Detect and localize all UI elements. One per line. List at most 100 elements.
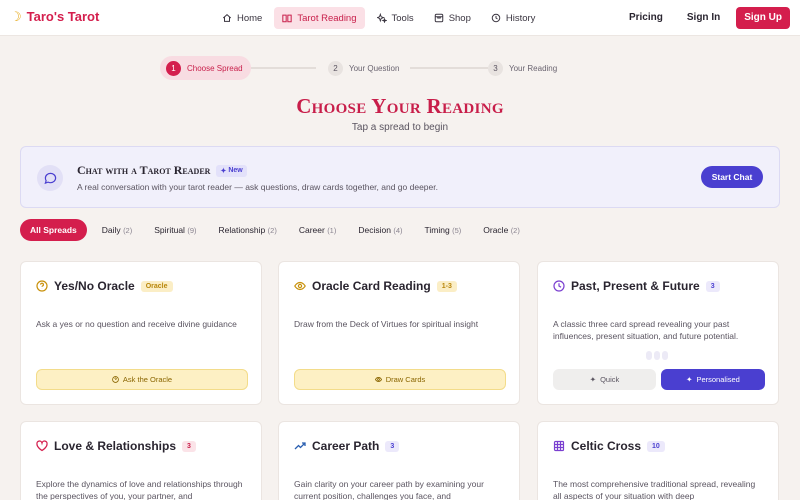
chat-banner-title: Chat with a Tarot Reader xyxy=(77,163,211,177)
pricing-link[interactable]: Pricing xyxy=(617,7,675,29)
spread-card-oracle-card-reading[interactable]: Oracle Card Reading 1-3 Draw from the De… xyxy=(278,261,520,405)
card-badge: 3 xyxy=(182,440,196,452)
nav-label-shop: Shop xyxy=(448,12,471,24)
filter-daily[interactable]: Daily (2) xyxy=(91,219,143,241)
home-icon xyxy=(222,13,232,22)
draw-cards-button[interactable]: Draw Cards xyxy=(294,369,506,390)
step-connector xyxy=(250,67,316,69)
chat-banner: Chat with a Tarot Reader ✦ New A real co… xyxy=(20,146,780,208)
card-stack-preview xyxy=(646,351,668,360)
main-nav: Home Tarot Reading Tools Shop History xyxy=(214,7,543,29)
clock-icon xyxy=(553,280,565,292)
clock-icon xyxy=(491,13,501,23)
filter-relationship[interactable]: Relationship (2) xyxy=(208,219,288,241)
step-label: Choose Spread xyxy=(187,63,243,73)
card-badge: Oracle xyxy=(140,280,173,292)
brand-logo[interactable]: ☽ Taro's Tarot xyxy=(10,9,99,24)
card-description: Draw from the Deck of Virtues for spirit… xyxy=(294,319,479,329)
card-header: Career Path 3 xyxy=(294,439,400,453)
nav-item-home[interactable]: Home xyxy=(214,7,270,29)
step-number: 3 xyxy=(488,60,503,76)
quick-reading-button[interactable]: ✦ Quick xyxy=(553,369,656,390)
card-badge: 3 xyxy=(385,440,400,452)
ask-the-oracle-button[interactable]: Ask the Oracle xyxy=(36,369,248,390)
step-your-question[interactable]: 2 Your Question xyxy=(328,56,399,80)
filter-label: Oracle xyxy=(483,225,509,235)
sparkles-icon: ✦ xyxy=(589,375,597,384)
sparkles-icon: ✦ xyxy=(686,375,693,384)
page-subtitle: Tap a spread to begin xyxy=(351,122,449,133)
book-icon xyxy=(282,14,293,23)
step-your-reading[interactable]: 3 Your Reading xyxy=(488,56,557,80)
nav-actions: Pricing Sign In Sign Up xyxy=(617,7,790,29)
card-header: Yes/No Oracle Oracle xyxy=(36,279,173,293)
shop-icon xyxy=(434,13,443,23)
heart-icon xyxy=(36,440,48,452)
card-title: Oracle Card Reading xyxy=(312,279,431,293)
step-choose-spread[interactable]: 1 Choose Spread xyxy=(160,56,251,80)
card-header: Past, Present & Future 3 xyxy=(553,279,720,293)
filter-count: (4) xyxy=(393,226,403,235)
card-title: Celtic Cross xyxy=(571,439,642,453)
new-badge: ✦ New xyxy=(216,164,247,177)
brand-name: Taro's Tarot xyxy=(26,9,100,24)
spread-card-celtic-cross[interactable]: Celtic Cross 10 The most comprehensive t… xyxy=(537,421,779,500)
nav-item-tools[interactable]: Tools xyxy=(369,7,422,29)
spread-card-yes-no-oracle[interactable]: Yes/No Oracle Oracle Ask a yes or no que… xyxy=(20,261,262,405)
spread-card-past-present-future[interactable]: Past, Present & Future 3 A classic three… xyxy=(537,261,779,405)
chat-banner-heading: Chat with a Tarot Reader ✦ New xyxy=(77,163,247,178)
chat-bubble-icon xyxy=(37,165,63,191)
filter-count: (5) xyxy=(452,226,462,235)
nav-item-history[interactable]: History xyxy=(483,7,544,29)
spread-card-love-relationships[interactable]: Love & Relationships 3 Explore the dynam… xyxy=(20,421,262,500)
nav-item-tarot-reading[interactable]: Tarot Reading xyxy=(274,7,365,29)
filter-all-spreads[interactable]: All Spreads xyxy=(20,219,87,241)
sign-in-link[interactable]: Sign In xyxy=(675,7,732,29)
card-title: Career Path xyxy=(312,439,380,453)
filter-count: (2) xyxy=(123,226,133,235)
filter-label: Decision xyxy=(358,225,391,235)
card-description: Gain clarity on your career path by exam… xyxy=(294,479,484,500)
filter-count: (2) xyxy=(510,226,520,235)
button-label: Personalised xyxy=(696,375,740,384)
filter-label: Relationship xyxy=(218,225,266,235)
eye-icon xyxy=(294,281,306,291)
nav-label-home: Home xyxy=(237,12,263,24)
filter-count: (1) xyxy=(327,226,337,235)
trending-up-icon xyxy=(294,442,306,450)
filter-label: Spiritual xyxy=(154,225,185,235)
filter-count: (2) xyxy=(267,226,277,235)
sign-up-button[interactable]: Sign Up xyxy=(736,7,790,29)
card-description: The most comprehensive traditional sprea… xyxy=(553,479,756,500)
filter-career[interactable]: Career (1) xyxy=(288,219,348,241)
spread-card-career-path[interactable]: Career Path 3 Gain clarity on your caree… xyxy=(278,421,520,500)
filter-oracle[interactable]: Oracle (2) xyxy=(472,219,531,241)
sparkles-icon: ✦ xyxy=(220,167,227,175)
nav-label-history: History xyxy=(505,12,536,24)
nav-label-tarot-reading: Tarot Reading xyxy=(297,12,357,24)
card-header: Love & Relationships 3 xyxy=(36,439,196,453)
sparkles-icon xyxy=(376,13,387,23)
chat-banner-description: A real conversation with your tarot read… xyxy=(77,182,438,192)
page-title: Choose Your Reading xyxy=(296,94,504,118)
card-description: Ask a yes or no question and receive div… xyxy=(36,319,237,329)
filter-spiritual[interactable]: Spiritual (9) xyxy=(143,219,207,241)
eye-icon xyxy=(374,377,382,382)
button-label: Quick xyxy=(600,375,620,384)
nav-item-shop[interactable]: Shop xyxy=(426,7,479,29)
card-badge: 1-3 xyxy=(436,280,457,292)
nav-label-tools: Tools xyxy=(391,12,414,24)
button-label: Ask the Oracle xyxy=(122,375,173,384)
card-badge: 10 xyxy=(647,440,665,452)
personalised-reading-button[interactable]: ✦ Personalised xyxy=(661,369,765,390)
card-description: A classic three card spread revealing yo… xyxy=(553,319,739,342)
filter-decision[interactable]: Decision (4) xyxy=(347,219,413,241)
filter-label: Career xyxy=(298,225,325,235)
start-chat-button[interactable]: Start Chat xyxy=(701,166,763,188)
button-label: Draw Cards xyxy=(385,375,426,384)
step-connector xyxy=(410,67,488,69)
card-title: Yes/No Oracle xyxy=(54,279,135,293)
help-circle-icon xyxy=(36,280,48,292)
filter-timing[interactable]: Timing (5) xyxy=(414,219,473,241)
step-label: Your Reading xyxy=(509,63,558,73)
